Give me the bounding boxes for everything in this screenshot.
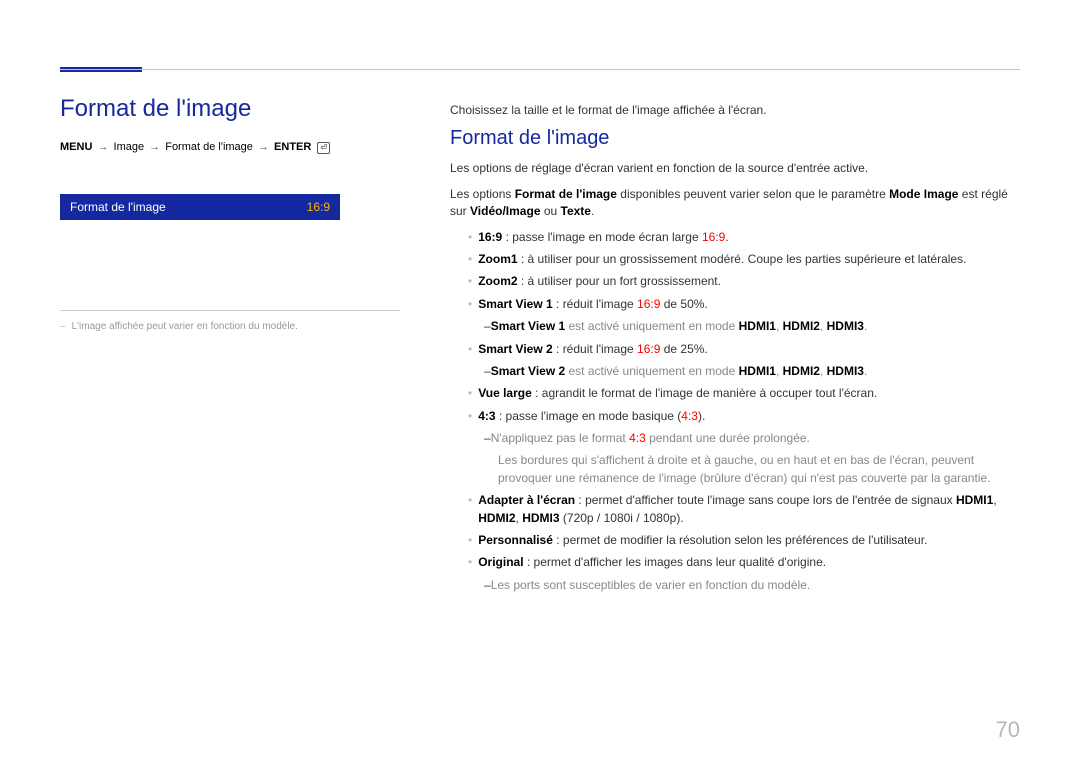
list-item: •Original : permet d'afficher les images… <box>450 554 1020 571</box>
sub-note: –Smart View 2 est activé uniquement en m… <box>450 363 1020 380</box>
header-rule <box>60 69 1020 70</box>
osd-menu-label: Format de l'image <box>70 200 166 214</box>
sub-note: Les bordures qui s'affichent à droite et… <box>450 452 1020 487</box>
list-item: •Zoom2 : à utiliser pour un fort grossis… <box>450 273 1020 290</box>
divider <box>60 310 400 311</box>
list-item: •Adapter à l'écran : permet d'afficher t… <box>450 492 1020 527</box>
menu-path: MENU → Image → Format de l'image → ENTER… <box>60 141 400 154</box>
list-item: •Vue large : agrandit le format de l'ima… <box>450 385 1020 402</box>
list-item: •Zoom1 : à utiliser pour un grossissemen… <box>450 251 1020 268</box>
list-item: •16:9 : passe l'image en mode écran larg… <box>450 229 1020 246</box>
feature-list: •16:9 : passe l'image en mode écran larg… <box>450 229 1020 595</box>
options-note: Les options Format de l'image disponible… <box>450 186 1020 221</box>
list-item: •4:3 : passe l'image en mode basique (4:… <box>450 408 1020 425</box>
page-title: Format de l'image <box>60 95 400 123</box>
intro-text: Choisissez la taille et le format de l'i… <box>450 102 1020 119</box>
osd-menu-value: 16:9 <box>307 200 330 214</box>
right-column: Choisissez la taille et le format de l'i… <box>450 102 1020 599</box>
left-column: Format de l'image MENU → Image → Format … <box>60 95 400 332</box>
left-note: L'image affichée peut varier en fonction… <box>60 321 400 332</box>
list-item: •Smart View 1 : réduit l'image 16:9 de 5… <box>450 296 1020 313</box>
osd-menu-item: Format de l'image 16:9 <box>60 194 340 220</box>
section-subtitle: Format de l'image <box>450 127 1020 150</box>
list-item: •Smart View 2 : réduit l'image 16:9 de 2… <box>450 341 1020 358</box>
list-item: •Personnalisé : permet de modifier la ré… <box>450 532 1020 549</box>
sub-note: –Smart View 1 est activé uniquement en m… <box>450 318 1020 335</box>
desc-text: Les options de réglage d'écran varient e… <box>450 160 1020 177</box>
page-number: 70 <box>996 717 1020 743</box>
sub-note: –N'appliquez pas le format 4:3 pendant u… <box>450 430 1020 447</box>
enter-icon: ⏎ <box>317 142 330 154</box>
sub-note: –Les ports sont susceptibles de varier e… <box>450 577 1020 594</box>
